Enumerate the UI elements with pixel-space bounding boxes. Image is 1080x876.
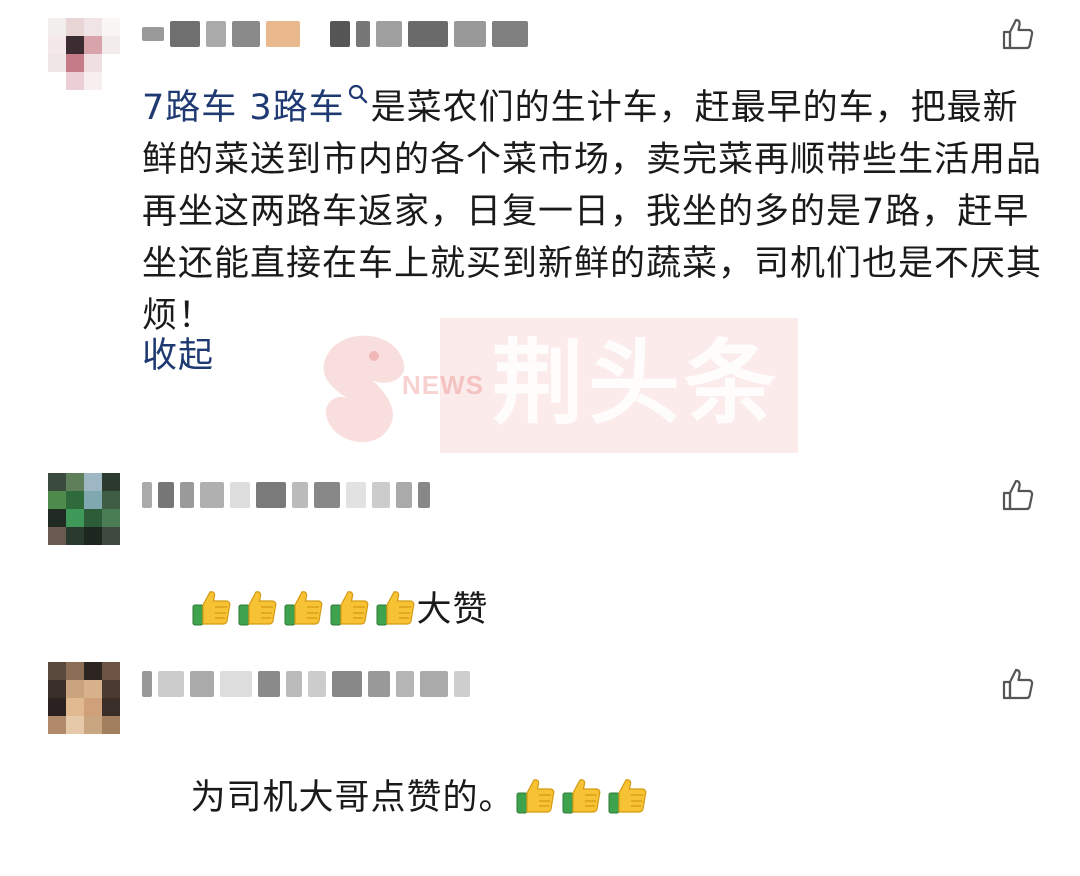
thumbs-up-emoji [607, 775, 649, 815]
thumbs-up-emoji-group [515, 775, 649, 815]
thumbs-up-emoji [561, 775, 603, 815]
username-blurred[interactable] [142, 664, 470, 704]
thumbs-up-emoji [191, 587, 233, 627]
like-button[interactable] [1000, 666, 1036, 702]
watermark-title: 荆头条 [492, 330, 781, 437]
comment-text: 为司机大哥点赞的。 [142, 720, 1042, 876]
like-button[interactable] [1000, 477, 1036, 513]
comment-text: 7路车 3路车 是菜农们的生计车，赶最早的车，把最新鲜的菜送到市内的各个菜市场，卖… [142, 68, 1042, 342]
comment-body: 为司机大哥点赞的。 [190, 778, 515, 818]
thumbs-up-outline-icon [1002, 479, 1034, 511]
thumbs-up-emoji [329, 587, 371, 627]
thumbs-up-emoji-group [191, 587, 417, 627]
thumbs-up-emoji [283, 587, 325, 627]
thumbs-up-emoji [515, 775, 557, 815]
thumbs-up-outline-icon [1002, 18, 1034, 50]
thumbs-up-emoji [237, 587, 279, 627]
avatar[interactable] [48, 473, 120, 545]
like-button[interactable] [1000, 16, 1036, 52]
thumbs-up-outline-icon [1002, 668, 1034, 700]
search-icon[interactable] [347, 68, 369, 104]
username-blurred[interactable] [142, 475, 430, 515]
avatar[interactable] [48, 662, 120, 734]
avatar[interactable] [48, 18, 120, 90]
username-blurred[interactable] [142, 14, 528, 54]
watermark-news-text: NEWS [402, 370, 484, 400]
comment-body: 大赞 [416, 590, 489, 630]
topic-link[interactable]: 7路车 3路车 [142, 88, 345, 128]
thumbs-up-emoji [375, 587, 417, 627]
collapse-link[interactable]: 收起 [142, 330, 214, 382]
